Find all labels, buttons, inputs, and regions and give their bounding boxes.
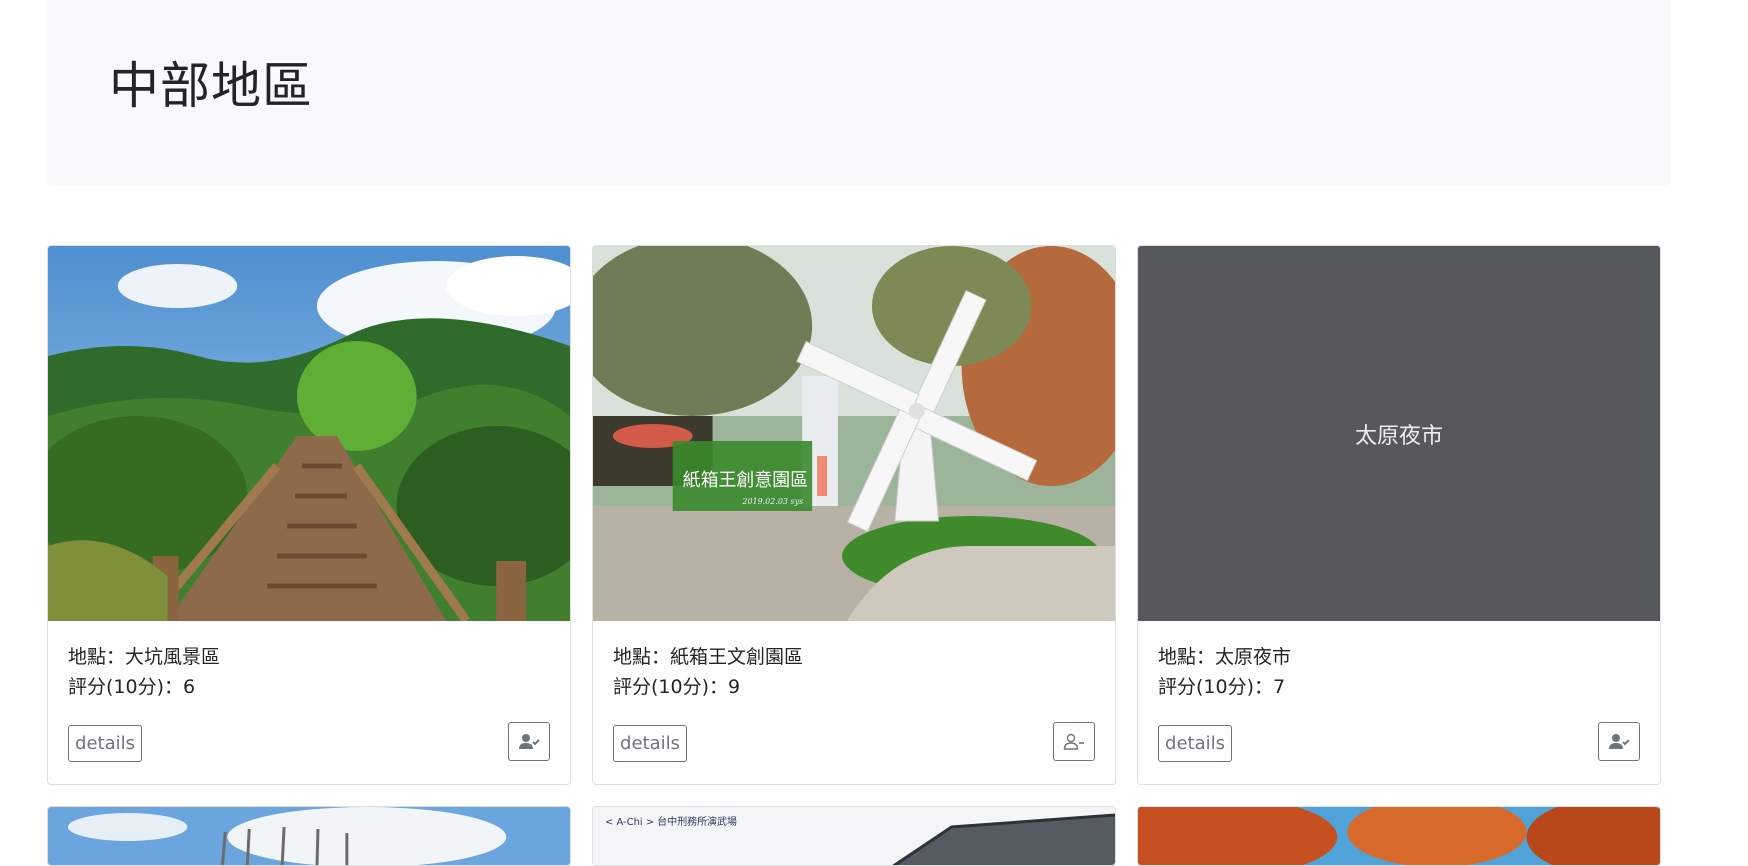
sky-image — [48, 807, 570, 865]
card-image — [48, 246, 570, 621]
details-button[interactable]: details — [1158, 725, 1232, 762]
trail-landscape-image — [48, 246, 570, 621]
card-image: 紙箱王創意園區 2019.02.03 sys — [593, 246, 1115, 621]
page-title: 中部地區 — [109, 57, 313, 115]
rating-text: 評分(10分)：7 — [1158, 676, 1286, 698]
svg-text:2019.02.03 sys: 2019.02.03 sys — [741, 497, 803, 506]
attraction-card: 紙箱王創意園區 2019.02.03 sys 地點：紙箱王文創園區 評分(10分… — [592, 245, 1116, 785]
rating-text: 評分(10分)：6 — [68, 676, 196, 698]
details-button[interactable]: details — [613, 725, 687, 762]
attraction-card — [47, 806, 571, 866]
follow-button[interactable] — [1598, 722, 1640, 761]
user-minus-icon — [1063, 733, 1084, 750]
windmill-park-image: 紙箱王創意園區 2019.02.03 sys — [593, 246, 1115, 621]
details-button[interactable]: details — [68, 725, 142, 762]
follow-button[interactable] — [508, 722, 550, 761]
svg-text:< A-Chi > 台中刑務所演武場: < A-Chi > 台中刑務所演武場 — [605, 815, 737, 828]
card-image — [48, 807, 570, 865]
card-image: < A-Chi > 台中刑務所演武場 — [593, 807, 1115, 865]
attraction-card: < A-Chi > 台中刑務所演武場 — [592, 806, 1116, 866]
user-check-icon — [519, 733, 540, 749]
unfollow-button[interactable] — [1053, 722, 1095, 761]
attraction-card: 地點：大坑風景區 評分(10分)：6 details — [47, 245, 571, 785]
autumn-trees-image — [1138, 807, 1660, 865]
svg-text:紙箱王創意園區: 紙箱王創意園區 — [683, 470, 808, 491]
location-text: 地點：太原夜市 — [1158, 646, 1292, 668]
image-placeholder: 太原夜市 — [1138, 246, 1660, 621]
card-body: 地點：大坑風景區 評分(10分)：6 — [68, 642, 550, 702]
user-check-icon — [1609, 733, 1630, 749]
card-body: 地點：紙箱王文創園區 評分(10分)：9 — [613, 642, 1095, 702]
card-image — [1138, 807, 1660, 865]
building-image: < A-Chi > 台中刑務所演武場 — [593, 807, 1115, 865]
rating-text: 評分(10分)：9 — [613, 676, 741, 698]
location-text: 地點：大坑風景區 — [68, 646, 221, 668]
card-body: 地點：太原夜市 評分(10分)：7 — [1158, 642, 1640, 702]
placeholder-text: 太原夜市 — [1354, 423, 1443, 449]
attraction-card — [1137, 806, 1661, 866]
attraction-card: 太原夜市 地點：太原夜市 評分(10分)：7 details — [1137, 245, 1661, 785]
location-text: 地點：紙箱王文創園區 — [613, 646, 804, 668]
page-header: 中部地區 — [47, 0, 1671, 186]
